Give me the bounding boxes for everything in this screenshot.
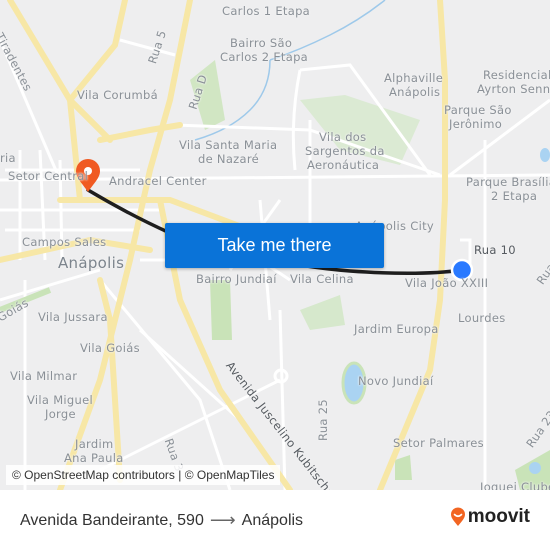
area-label: Bairro São xyxy=(230,36,293,50)
park-area xyxy=(395,455,412,480)
map-attribution[interactable]: © OpenStreetMap contributors | © OpenMap… xyxy=(6,465,281,485)
area-label: de Nazaré xyxy=(198,152,260,166)
area-label: ria xyxy=(0,151,16,165)
area-label: Setor Central xyxy=(8,169,89,183)
route-title: Avenida Bandeirante, 590 ⟶ Anápolis xyxy=(20,510,303,531)
area-label: Jardim xyxy=(75,437,114,451)
lake xyxy=(540,148,550,162)
area-label: Vila Santa Maria xyxy=(179,138,278,152)
area-label: Joquei Clube xyxy=(480,480,550,490)
area-label: Vila João XXIII xyxy=(405,276,489,290)
park-area xyxy=(210,280,232,340)
area-label: Jorge xyxy=(45,407,76,421)
area-label: Jerônimo xyxy=(449,117,503,131)
street-label: Rua 25 xyxy=(315,399,330,441)
area-label: Alphaville xyxy=(384,71,444,85)
area-label: Carlos 1 Etapa xyxy=(222,4,311,18)
take-me-there-button[interactable]: Take me there xyxy=(165,223,384,268)
area-label: Vila dos xyxy=(319,130,367,144)
area-label: 2 Etapa xyxy=(491,189,538,203)
moovit-wordmark: moovit xyxy=(467,506,530,527)
area-label: Parque São xyxy=(444,103,512,117)
area-label: Vila Jussara xyxy=(38,310,108,324)
area-label: Ana Paula xyxy=(64,451,124,465)
area-label: Anápolis xyxy=(389,85,441,99)
area-label: Aeronáutica xyxy=(307,158,380,172)
area-label: Residencial xyxy=(483,68,550,82)
lake xyxy=(529,462,541,474)
area-label: Vila Miguel xyxy=(27,393,93,407)
area-label: Andracel Center xyxy=(109,174,207,188)
city-label: Anápolis xyxy=(58,254,125,272)
area-label: Parque Brasília xyxy=(466,175,550,189)
area-label: Vila Celina xyxy=(290,272,354,286)
arrow-right-icon: ⟶ xyxy=(209,510,236,530)
area-label: Lourdes xyxy=(458,311,506,325)
area-label: Bairro Jundiaí xyxy=(196,272,277,286)
area-label: Vila Milmar xyxy=(10,369,78,383)
area-label: Sargentos da xyxy=(305,144,385,158)
area-label: Vila Corumbá xyxy=(77,88,158,102)
origin-label: Avenida Bandeirante, 590 xyxy=(20,511,204,529)
area-label: Campos Sales xyxy=(22,235,107,249)
area-label: Jardim Europa xyxy=(354,322,439,336)
area-label: Carlos 2 Etapa xyxy=(220,50,309,64)
park-area xyxy=(300,295,345,330)
moovit-pin-icon xyxy=(450,507,465,526)
area-label: Vila Goiás xyxy=(80,341,140,355)
area-label: Novo Jundiaí xyxy=(358,374,434,388)
area-label: Ayrton Senna xyxy=(477,82,550,96)
destination-label: Anápolis xyxy=(241,511,304,529)
moovit-logo[interactable]: moovit xyxy=(450,506,530,528)
footer-bar: Avenida Bandeirante, 590 ⟶ Anápolis moov… xyxy=(0,490,550,550)
area-label: Setor Palmares xyxy=(393,436,484,450)
street-label: Rua 10 xyxy=(474,243,516,257)
map-view[interactable]: Tiradentes Rua 5 Rua D Carlos 1 Etapa Ba… xyxy=(0,0,550,490)
